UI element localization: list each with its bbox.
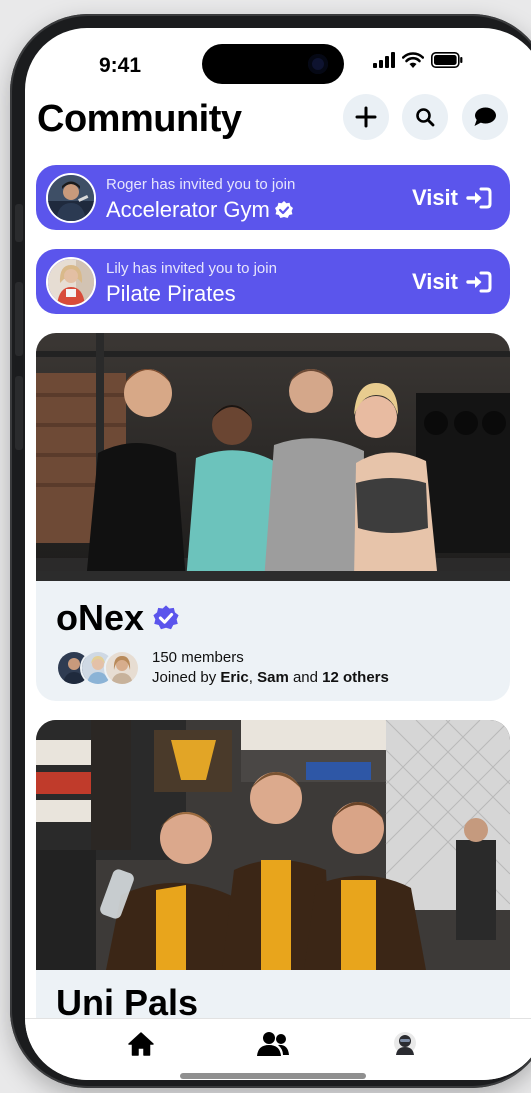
invite-group-name: Accelerator Gym <box>106 197 294 223</box>
add-button[interactable] <box>343 94 389 140</box>
enter-arrow-icon <box>466 187 492 209</box>
joined-by-text: Joined by Eric, Sam and 12 others <box>152 668 389 688</box>
camera-icon <box>308 54 328 74</box>
joined-others: 12 others <box>322 669 389 686</box>
tab-bar <box>25 1018 531 1080</box>
plus-icon <box>355 106 377 128</box>
community-title: oNex <box>56 597 180 639</box>
community-name: oNex <box>56 597 145 638</box>
invite-group-name: Pilate Pirates <box>106 281 236 307</box>
volume-down-button <box>15 376 23 450</box>
tab-profile[interactable] <box>385 1027 425 1061</box>
invite-card-pilate-pirates[interactable]: Lily has invited you to join Pilate Pira… <box>36 249 510 314</box>
invite-group-label: Pilate Pirates <box>106 281 236 306</box>
joined-and: and <box>288 669 323 686</box>
wifi-icon <box>402 52 424 68</box>
enter-arrow-icon <box>466 271 492 293</box>
home-indicator[interactable] <box>180 1073 366 1079</box>
people-icon <box>257 1032 289 1056</box>
avatar-roger <box>46 173 96 223</box>
chat-bubble-icon <box>474 107 496 126</box>
home-icon <box>128 1032 154 1056</box>
invite-subtitle: Roger has invited you to join <box>106 176 296 193</box>
tab-home[interactable] <box>121 1027 161 1061</box>
tab-community[interactable] <box>253 1027 293 1061</box>
visit-button[interactable]: Visit <box>412 185 492 211</box>
joined-name-1: Eric <box>220 669 249 686</box>
profile-avatar-icon <box>394 1032 416 1055</box>
community-card-uni-pals[interactable]: Uni Pals <box>36 720 510 1040</box>
search-button[interactable] <box>402 94 448 140</box>
dynamic-island <box>202 44 344 84</box>
invite-subtitle: Lily has invited you to join <box>106 260 277 277</box>
joined-prefix: Joined by <box>152 669 221 686</box>
signal-icon <box>373 52 395 68</box>
community-photo-gym-group <box>36 333 510 581</box>
invite-group-label: Accelerator Gym <box>106 197 270 222</box>
status-time: 9:41 <box>99 54 142 77</box>
search-icon <box>416 108 435 127</box>
page-title: Community <box>37 98 242 140</box>
member-avatar <box>104 650 140 686</box>
invite-card-accelerator-gym[interactable]: Roger has invited you to join Accelerato… <box>36 165 510 230</box>
app-screen: 9:41 Community Roger has invited you to … <box>25 28 531 1080</box>
volume-up-button <box>15 282 23 356</box>
joined-name-2: Sam <box>257 669 289 686</box>
visit-label: Visit <box>411 269 458 294</box>
avatar-lily <box>46 257 96 307</box>
status-icons <box>373 52 463 68</box>
member-count: 150 members <box>152 649 244 666</box>
joined-separator: , <box>248 669 258 686</box>
community-card-onex[interactable]: oNex 150 members Joined by Eric, Sam and… <box>36 333 510 701</box>
members-summary: 150 members Joined by Eric, Sam and 12 o… <box>56 648 389 688</box>
visit-button[interactable]: Visit <box>412 269 492 295</box>
battery-icon <box>431 52 463 68</box>
members-text: 150 members Joined by Eric, Sam and 12 o… <box>152 648 389 688</box>
verified-badge-icon <box>274 201 293 218</box>
community-photo-football-group <box>36 720 510 970</box>
verified-badge-icon <box>153 605 179 630</box>
visit-label: Visit <box>411 185 458 210</box>
mute-switch <box>15 204 23 242</box>
messages-button[interactable] <box>462 94 508 140</box>
